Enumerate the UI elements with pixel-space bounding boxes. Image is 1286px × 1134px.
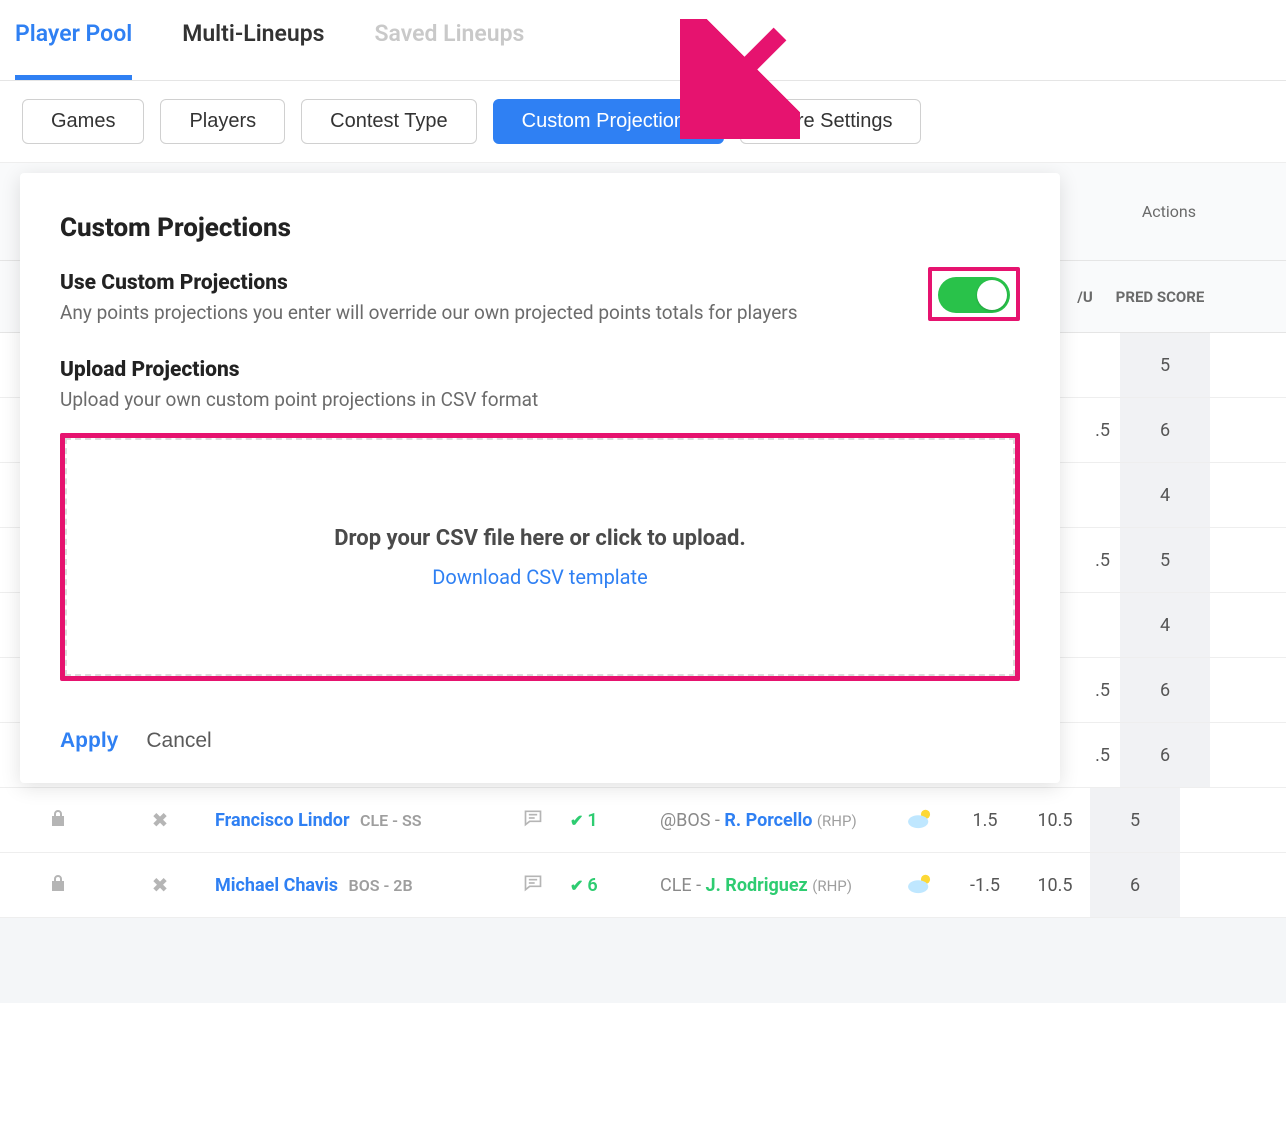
dropzone-highlight: Drop your CSV file here or click to uplo… [60,433,1020,681]
upload-projections-title: Upload Projections [60,358,1020,382]
pred-cell: 5 [1090,788,1180,852]
main-tabs: Player Pool Multi-Lineups Saved Lineups [0,0,1286,81]
lock-icon[interactable] [0,874,115,897]
comment-icon[interactable] [495,808,570,833]
pred-cell: 5 [1120,333,1210,397]
filter-custom-projections[interactable]: Custom Projections [493,99,724,144]
filter-row: Games Players Contest Type Custom Projec… [0,81,1286,163]
cancel-button[interactable]: Cancel [146,729,211,753]
player-team: BOS - 2B [349,876,413,895]
player-row: ✖ Michael Chavis BOS - 2B 6 CLE - J. Rod… [0,853,1286,918]
player-row: ✖ Francisco Lindor CLE - SS 1 @BOS - R. … [0,788,1286,853]
use-custom-projections-title: Use Custom Projections [60,271,798,295]
filter-contest-type[interactable]: Contest Type [301,99,476,144]
ou-cell: .5 [1060,550,1110,571]
actions-column-header: Actions [1142,202,1286,221]
comment-icon[interactable] [495,873,570,898]
player-name-cell: Francisco Lindor CLE - SS [205,810,495,831]
spread-cell: 1.5 [950,810,1020,831]
opponent-cell: CLE - J. Rodriguez (RHP) [660,875,890,896]
confirmed-cell: 1 [570,810,660,831]
player-name-cell: Michael Chavis BOS - 2B [205,875,495,896]
pred-cell: 6 [1120,658,1210,722]
upload-projections-description: Upload your own custom point projections… [60,388,940,411]
tab-saved-lineups[interactable]: Saved Lineups [375,20,525,80]
total-cell: 10.5 [1020,810,1090,831]
apply-button[interactable]: Apply [60,729,118,753]
dropzone-text: Drop your CSV file here or click to uplo… [334,526,745,551]
pred-score-column-header: PRED SCORE [1115,288,1205,306]
filter-games[interactable]: Games [22,99,144,144]
pred-cell: 6 [1120,723,1210,787]
custom-projections-dialog: Custom Projections Use Custom Projection… [20,173,1060,783]
spread-cell: -1.5 [950,875,1020,896]
pred-cell: 4 [1120,463,1210,527]
download-csv-template-link[interactable]: Download CSV template [432,565,647,589]
use-custom-projections-toggle[interactable] [938,277,1010,313]
player-link[interactable]: Francisco Lindor [215,810,350,831]
filter-more-settings[interactable]: More Settings [740,99,921,144]
opposing-pitcher[interactable]: J. Rodriguez [706,875,808,896]
tab-player-pool[interactable]: Player Pool [15,20,132,80]
pred-cell: 6 [1090,853,1180,917]
use-custom-projections-description: Any points projections you enter will ov… [60,301,798,324]
remove-icon[interactable]: ✖ [115,873,205,897]
pred-cell: 5 [1120,528,1210,592]
player-link[interactable]: Michael Chavis [215,875,338,896]
lock-icon[interactable] [0,809,115,832]
toggle-highlight [928,267,1020,321]
toggle-knob [977,280,1007,310]
ou-cell: .5 [1060,745,1110,766]
ou-column-header: /U [1065,288,1105,306]
tab-multi-lineups[interactable]: Multi-Lineups [182,20,324,80]
total-cell: 10.5 [1020,875,1090,896]
opponent-cell: @BOS - R. Porcello (RHP) [660,810,890,831]
dialog-title: Custom Projections [60,213,1020,243]
filter-players[interactable]: Players [160,99,285,144]
content-area: Actions /U PRED SCORE 5 .5 6 4 .5 5 [0,163,1286,1003]
pred-cell: 6 [1120,398,1210,462]
weather-icon [890,872,950,899]
ou-cell: .5 [1060,420,1110,441]
remove-icon[interactable]: ✖ [115,808,205,832]
weather-icon [890,807,950,834]
pred-cell: 4 [1120,593,1210,657]
opposing-pitcher[interactable]: R. Porcello [724,810,812,831]
player-team: CLE - SS [360,811,421,830]
ou-cell: .5 [1060,680,1110,701]
confirmed-cell: 6 [570,875,660,896]
csv-dropzone[interactable]: Drop your CSV file here or click to uplo… [65,438,1015,676]
